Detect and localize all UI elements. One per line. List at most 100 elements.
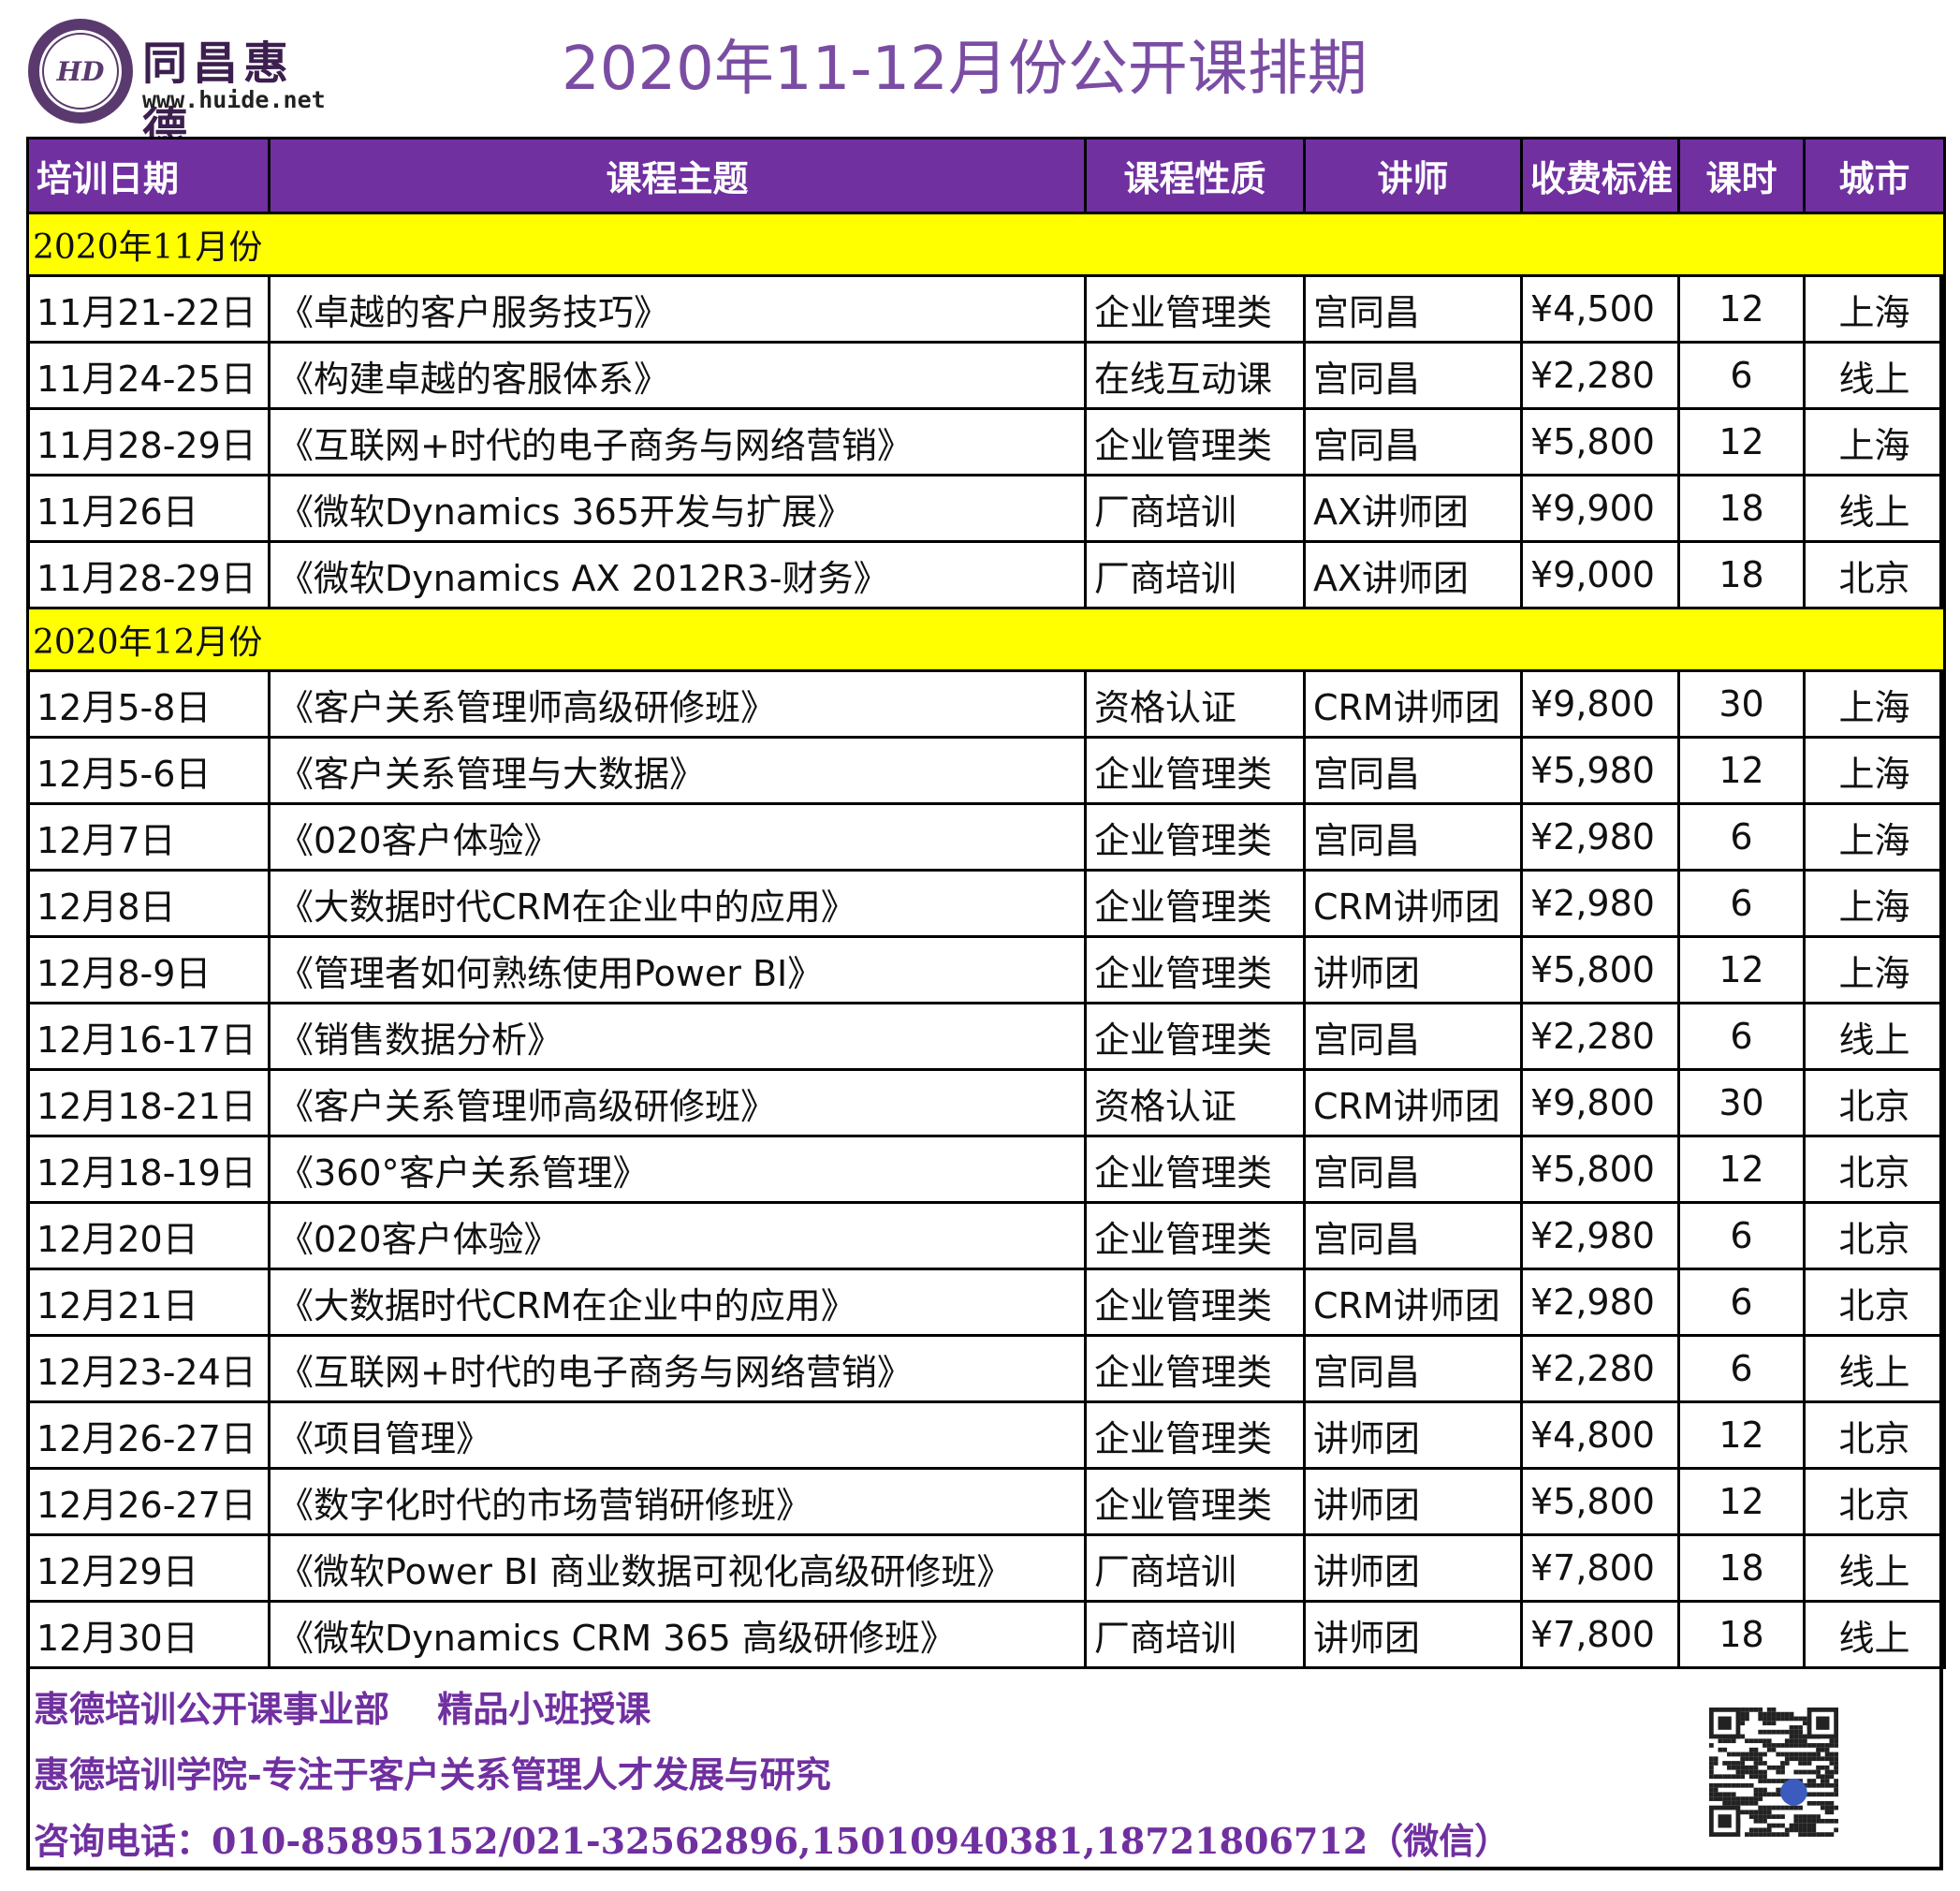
cell-teacher: 宫同昌 xyxy=(1303,1002,1523,1071)
cell-teacher: 讲师团 xyxy=(1303,1467,1523,1536)
footer-line-1: 惠德培训公开课事业部 精品小班授课 xyxy=(34,1688,651,1730)
cell-topic: 《互联网+时代的电子商务与网络营销》 xyxy=(268,407,1087,476)
cell-hours: 6 xyxy=(1677,341,1806,410)
cell-city: 上海 xyxy=(1803,274,1946,344)
cell-city: 线上 xyxy=(1803,341,1946,410)
cell-date: 11月28-29日 xyxy=(26,407,271,476)
cell-type: 企业管理类 xyxy=(1084,1268,1306,1337)
cell-fee: ¥2,980 xyxy=(1520,1268,1680,1337)
cell-hours: 6 xyxy=(1677,1002,1806,1071)
table-row: 11月28-29日 《互联网+时代的电子商务与网络营销》 企业管理类 宫同昌 ¥5,80… xyxy=(26,407,1946,476)
cell-type: 企业管理类 xyxy=(1084,802,1306,872)
cell-teacher: CRM讲师团 xyxy=(1303,869,1523,938)
cell-teacher: 讲师团 xyxy=(1303,1533,1523,1603)
cell-hours: 12 xyxy=(1677,407,1806,476)
cell-city: 上海 xyxy=(1803,669,1946,739)
cell-hours: 12 xyxy=(1677,1400,1806,1470)
cell-fee: ¥9,900 xyxy=(1520,474,1680,543)
cell-date: 12月18-21日 xyxy=(26,1068,271,1137)
cell-city: 线上 xyxy=(1803,1600,1946,1669)
cell-hours: 18 xyxy=(1677,540,1806,609)
cell-fee: ¥5,800 xyxy=(1520,935,1680,1004)
cell-topic: 《微软Power BI 商业数据可视化高级研修班》 xyxy=(268,1533,1087,1603)
cell-fee: ¥5,980 xyxy=(1520,736,1680,805)
cell-teacher: 讲师团 xyxy=(1303,1600,1523,1669)
cell-fee: ¥2,980 xyxy=(1520,802,1680,872)
cell-date: 12月26-27日 xyxy=(26,1400,271,1470)
cell-topic: 《客户关系管理与大数据》 xyxy=(268,736,1087,805)
cell-hours: 6 xyxy=(1677,869,1806,938)
cell-hours: 30 xyxy=(1677,669,1806,739)
cell-type: 在线互动课 xyxy=(1084,341,1306,410)
cell-type: 厂商培训 xyxy=(1084,474,1306,543)
table-row: 12月8-9日 《管理者如何熟练使用Power BI》 企业管理类 讲师团 ¥5,800… xyxy=(26,935,1946,1004)
page-title: 2020年11-12月份公开课排期 xyxy=(562,35,1368,104)
logo-initials: HD xyxy=(56,56,105,87)
table-row: 12月16-17日 《销售数据分析》 企业管理类 宫同昌 ¥2,280 6 线上 xyxy=(26,1002,1946,1071)
cell-date: 12月7日 xyxy=(26,802,271,872)
cell-topic: 《微软Dynamics CRM 365 高级研修班》 xyxy=(268,1600,1087,1669)
cell-teacher: 讲师团 xyxy=(1303,935,1523,1004)
cell-city: 线上 xyxy=(1803,1334,1946,1403)
cell-topic: 《020客户体验》 xyxy=(268,1201,1087,1270)
month-label: 2020年11月份 xyxy=(26,212,1946,277)
cell-date: 11月24-25日 xyxy=(26,341,271,410)
cell-topic: 《卓越的客户服务技巧》 xyxy=(268,274,1087,344)
cell-city: 北京 xyxy=(1803,1400,1946,1470)
cell-type: 资格认证 xyxy=(1084,669,1306,739)
cell-date: 12月16-17日 xyxy=(26,1002,271,1071)
footer-line-2: 惠德培训学院-专注于客户关系管理人才发展与研究 xyxy=(34,1753,831,1796)
cell-hours: 18 xyxy=(1677,1533,1806,1603)
cell-fee: ¥2,280 xyxy=(1520,341,1680,410)
cell-fee: ¥9,800 xyxy=(1520,1068,1680,1137)
table-row: 12月18-21日 《客户关系管理师高级研修班》 资格认证 CRM讲师团 ¥9,800 3… xyxy=(26,1068,1946,1137)
cell-city: 北京 xyxy=(1803,1068,1946,1137)
cell-hours: 18 xyxy=(1677,1600,1806,1669)
month-label: 2020年12月份 xyxy=(26,607,1946,672)
cell-topic: 《020客户体验》 xyxy=(268,802,1087,872)
col-header-topic: 课程主题 xyxy=(268,137,1087,214)
cell-date: 12月26-27日 xyxy=(26,1467,271,1536)
cell-hours: 30 xyxy=(1677,1068,1806,1137)
cell-type: 企业管理类 xyxy=(1084,869,1306,938)
table-row: 12月5-8日 《客户关系管理师高级研修班》 资格认证 CRM讲师团 ¥9,800 30 上… xyxy=(26,669,1946,739)
cell-fee: ¥7,800 xyxy=(1520,1600,1680,1669)
month-section-row: 2020年12月份 xyxy=(26,607,1946,672)
cell-type: 厂商培训 xyxy=(1084,540,1306,609)
table-row: 12月21日 《大数据时代CRM在企业中的应用》 企业管理类 CRM讲师团 ¥2,980… xyxy=(26,1268,1946,1337)
cell-date: 12月23-24日 xyxy=(26,1334,271,1403)
cell-city: 北京 xyxy=(1803,1135,1946,1204)
cell-teacher: CRM讲师团 xyxy=(1303,669,1523,739)
cell-date: 12月21日 xyxy=(26,1268,271,1337)
cell-topic: 《管理者如何熟练使用Power BI》 xyxy=(268,935,1087,1004)
cell-city: 线上 xyxy=(1803,1002,1946,1071)
cell-type: 企业管理类 xyxy=(1084,1201,1306,1270)
logo: HD 同昌惠德 www.huide.net xyxy=(26,17,335,155)
cell-city: 北京 xyxy=(1803,1467,1946,1536)
cell-topic: 《项目管理》 xyxy=(268,1400,1087,1470)
cell-type: 资格认证 xyxy=(1084,1068,1306,1137)
table-row: 12月18-19日 《360°客户关系管理》 企业管理类 宫同昌 ¥5,800 12 北京 xyxy=(26,1135,1946,1204)
cell-topic: 《客户关系管理师高级研修班》 xyxy=(268,1068,1087,1137)
cell-fee: ¥7,800 xyxy=(1520,1533,1680,1603)
cell-fee: ¥2,280 xyxy=(1520,1334,1680,1403)
cell-hours: 12 xyxy=(1677,1135,1806,1204)
cell-city: 北京 xyxy=(1803,540,1946,609)
table-row: 12月29日 《微软Power BI 商业数据可视化高级研修班》 厂商培训 讲师团 ¥7… xyxy=(26,1533,1946,1603)
cell-topic: 《大数据时代CRM在企业中的应用》 xyxy=(268,1268,1087,1337)
cell-city: 上海 xyxy=(1803,802,1946,872)
table-row: 11月26日 《微软Dynamics 365开发与扩展》 厂商培训 AX讲师团 ¥9,9… xyxy=(26,474,1946,543)
cell-fee: ¥2,980 xyxy=(1520,1201,1680,1270)
qr-code-icon xyxy=(1709,1708,1838,1837)
cell-teacher: 宫同昌 xyxy=(1303,736,1523,805)
cell-date: 12月30日 xyxy=(26,1600,271,1669)
cell-teacher: 讲师团 xyxy=(1303,1400,1523,1470)
cell-type: 企业管理类 xyxy=(1084,1135,1306,1204)
table-row: 12月26-27日 《数字化时代的市场营销研修班》 企业管理类 讲师团 ¥5,800 12… xyxy=(26,1467,1946,1536)
cell-type: 厂商培训 xyxy=(1084,1533,1306,1603)
cell-teacher: 宫同昌 xyxy=(1303,802,1523,872)
cell-city: 北京 xyxy=(1803,1201,1946,1270)
table-row: 12月5-6日 《客户关系管理与大数据》 企业管理类 宫同昌 ¥5,980 12 上海 xyxy=(26,736,1946,805)
footer-line-3: 咨询电话：010-85895152/021-32562896,150109403… xyxy=(34,1820,1511,1862)
cell-hours: 18 xyxy=(1677,474,1806,543)
